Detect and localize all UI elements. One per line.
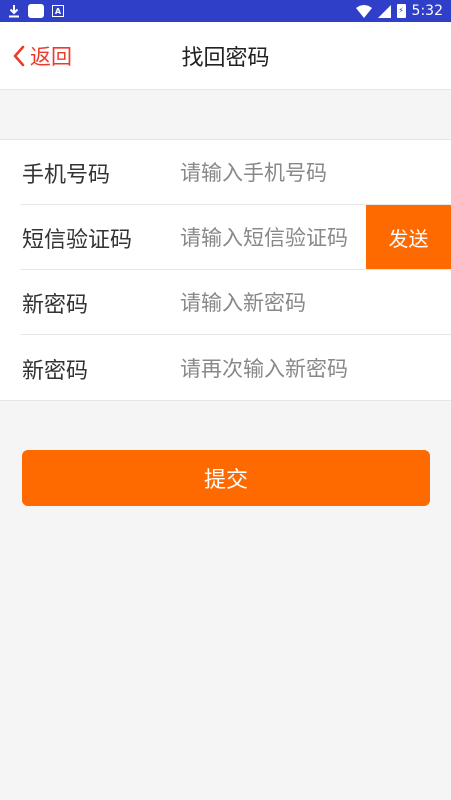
a-icon: A bbox=[52, 5, 64, 17]
new-password-input[interactable] bbox=[180, 282, 430, 323]
app-icon bbox=[28, 4, 44, 18]
password-reset-form: 手机号码 短信验证码 发送 新密码 新密码 bbox=[0, 139, 451, 401]
status-bar-right: ⚡ 5:32 bbox=[355, 3, 443, 19]
sms-code-input[interactable] bbox=[180, 217, 366, 258]
battery-icon: ⚡ bbox=[396, 4, 406, 18]
status-time: 5:32 bbox=[411, 3, 443, 19]
phone-row: 手机号码 bbox=[0, 140, 451, 205]
sms-code-row: 短信验证码 发送 bbox=[0, 205, 451, 270]
signal-icon bbox=[377, 4, 391, 18]
send-code-button[interactable]: 发送 bbox=[366, 205, 451, 270]
confirm-password-label: 新密码 bbox=[22, 358, 89, 384]
download-icon bbox=[8, 4, 20, 18]
phone-input[interactable] bbox=[180, 152, 430, 193]
new-password-row: 新密码 bbox=[0, 270, 451, 335]
new-password-label: 新密码 bbox=[22, 292, 89, 318]
confirm-password-row: 新密码 bbox=[0, 336, 451, 401]
status-bar: A ⚡ 5:32 bbox=[0, 0, 451, 22]
status-bar-left: A bbox=[8, 4, 64, 18]
chevron-left-icon bbox=[12, 45, 26, 67]
wifi-icon bbox=[355, 4, 372, 18]
nav-bar: 找回密码 返回 bbox=[0, 22, 451, 90]
back-label: 返回 bbox=[30, 45, 72, 69]
submit-button[interactable]: 提交 bbox=[22, 450, 430, 506]
confirm-password-input[interactable] bbox=[180, 348, 430, 389]
phone-label: 手机号码 bbox=[22, 162, 111, 188]
back-button[interactable]: 返回 bbox=[12, 22, 72, 90]
sms-code-label: 短信验证码 bbox=[22, 227, 133, 253]
row-divider bbox=[20, 334, 451, 335]
